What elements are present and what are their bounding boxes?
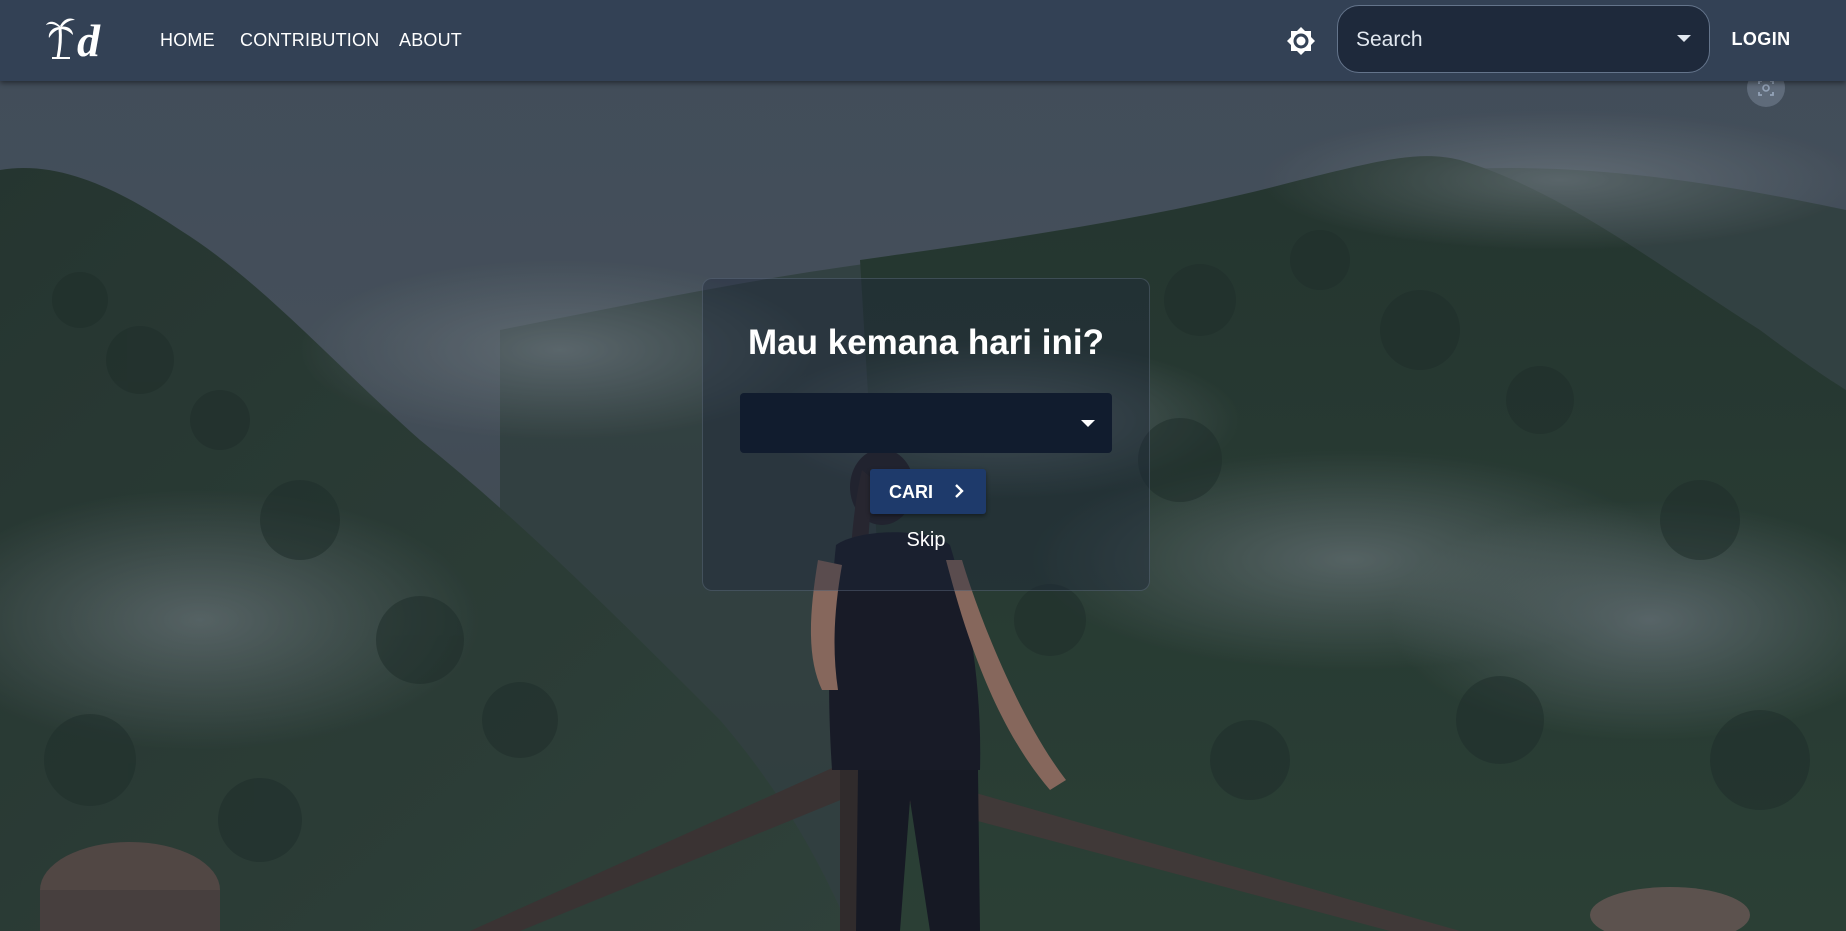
sun-icon[interactable] xyxy=(1284,24,1318,58)
nav-contribution-link[interactable]: CONTRIBUTION xyxy=(240,30,379,51)
nav-about-link[interactable]: ABOUT xyxy=(399,30,462,51)
top-navbar: d HOME CONTRIBUTION ABOUT LOGIN xyxy=(0,0,1846,81)
search-input[interactable] xyxy=(1354,6,1658,74)
logo[interactable]: d xyxy=(44,12,116,62)
nav-home-link[interactable]: HOME xyxy=(160,30,215,51)
chevron-right-icon xyxy=(955,484,964,498)
logo-letter: d xyxy=(77,15,101,62)
cari-button[interactable]: CARI xyxy=(870,469,986,514)
cari-button-label: CARI xyxy=(889,482,933,502)
skip-link[interactable]: Skip xyxy=(703,529,1149,552)
destination-select[interactable] xyxy=(740,393,1112,453)
search-box[interactable] xyxy=(1337,5,1710,74)
hero-title: Mau kemana hari ini? xyxy=(748,323,1104,362)
page: d HOME CONTRIBUTION ABOUT LOGIN Mau kema… xyxy=(0,0,1846,931)
login-button[interactable]: LOGIN xyxy=(1718,16,1804,62)
destination-search-card: Mau kemana hari ini? CARI Skip xyxy=(702,278,1150,591)
search-dropdown-caret-icon[interactable] xyxy=(1677,35,1691,42)
chevron-down-icon[interactable] xyxy=(1081,420,1095,427)
